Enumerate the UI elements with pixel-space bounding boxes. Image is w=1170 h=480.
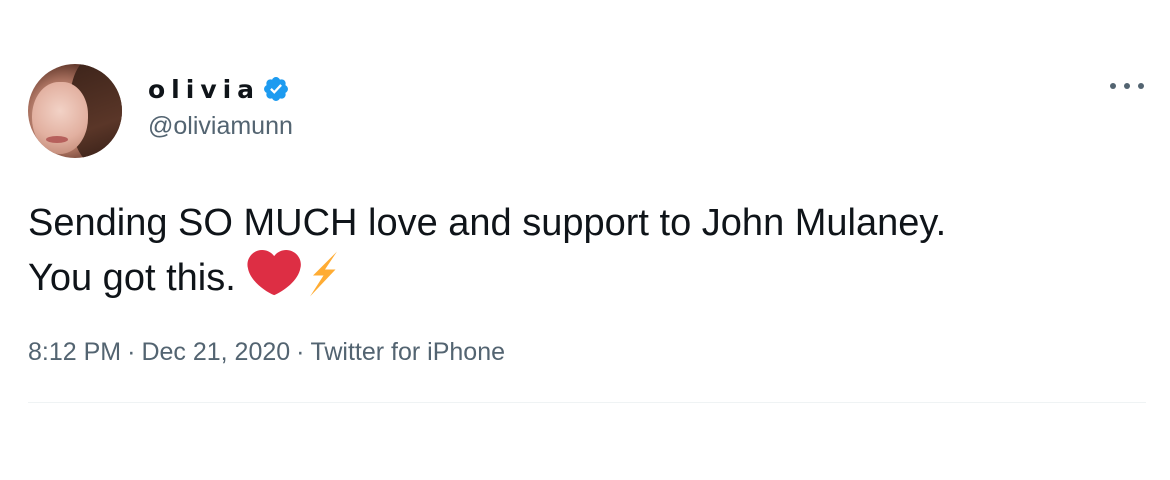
author-name-row[interactable]: olivia [148, 72, 290, 106]
tweet-text-line-2: You got this. [28, 250, 1148, 305]
avatar-face [32, 82, 88, 154]
tweet-text: Sending SO MUCH love and support to John… [28, 196, 1148, 305]
more-dot [1110, 83, 1116, 89]
verified-badge-icon [264, 77, 289, 101]
tweet-source[interactable]: Twitter for iPhone [310, 338, 505, 366]
tweet-text-line-2-words: You got this. [28, 257, 236, 299]
meta-separator: · [127, 338, 136, 366]
tweet-meta: 8:12 PM · Dec 21, 2020 · Twitter for iPhone [28, 338, 505, 367]
tweet-date[interactable]: Dec 21, 2020 [141, 338, 290, 366]
author-display-name[interactable]: olivia [148, 75, 260, 104]
tweet-text-line-1: Sending SO MUCH love and support to John… [28, 202, 947, 244]
avatar[interactable] [28, 64, 122, 158]
avatar-lips [46, 136, 68, 143]
more-dot [1124, 83, 1130, 89]
divider [28, 402, 1146, 403]
more-options-icon[interactable] [1110, 78, 1144, 94]
high-voltage-icon [310, 251, 338, 297]
red-heart-icon [247, 250, 302, 296]
tweet-time[interactable]: 8:12 PM [28, 338, 121, 366]
meta-separator: · [296, 338, 305, 366]
tweet-card: olivia @oliviamunn Sending SO MUCH love … [0, 0, 1170, 480]
author-handle[interactable]: @oliviamunn [148, 112, 293, 141]
more-dot [1138, 83, 1144, 89]
